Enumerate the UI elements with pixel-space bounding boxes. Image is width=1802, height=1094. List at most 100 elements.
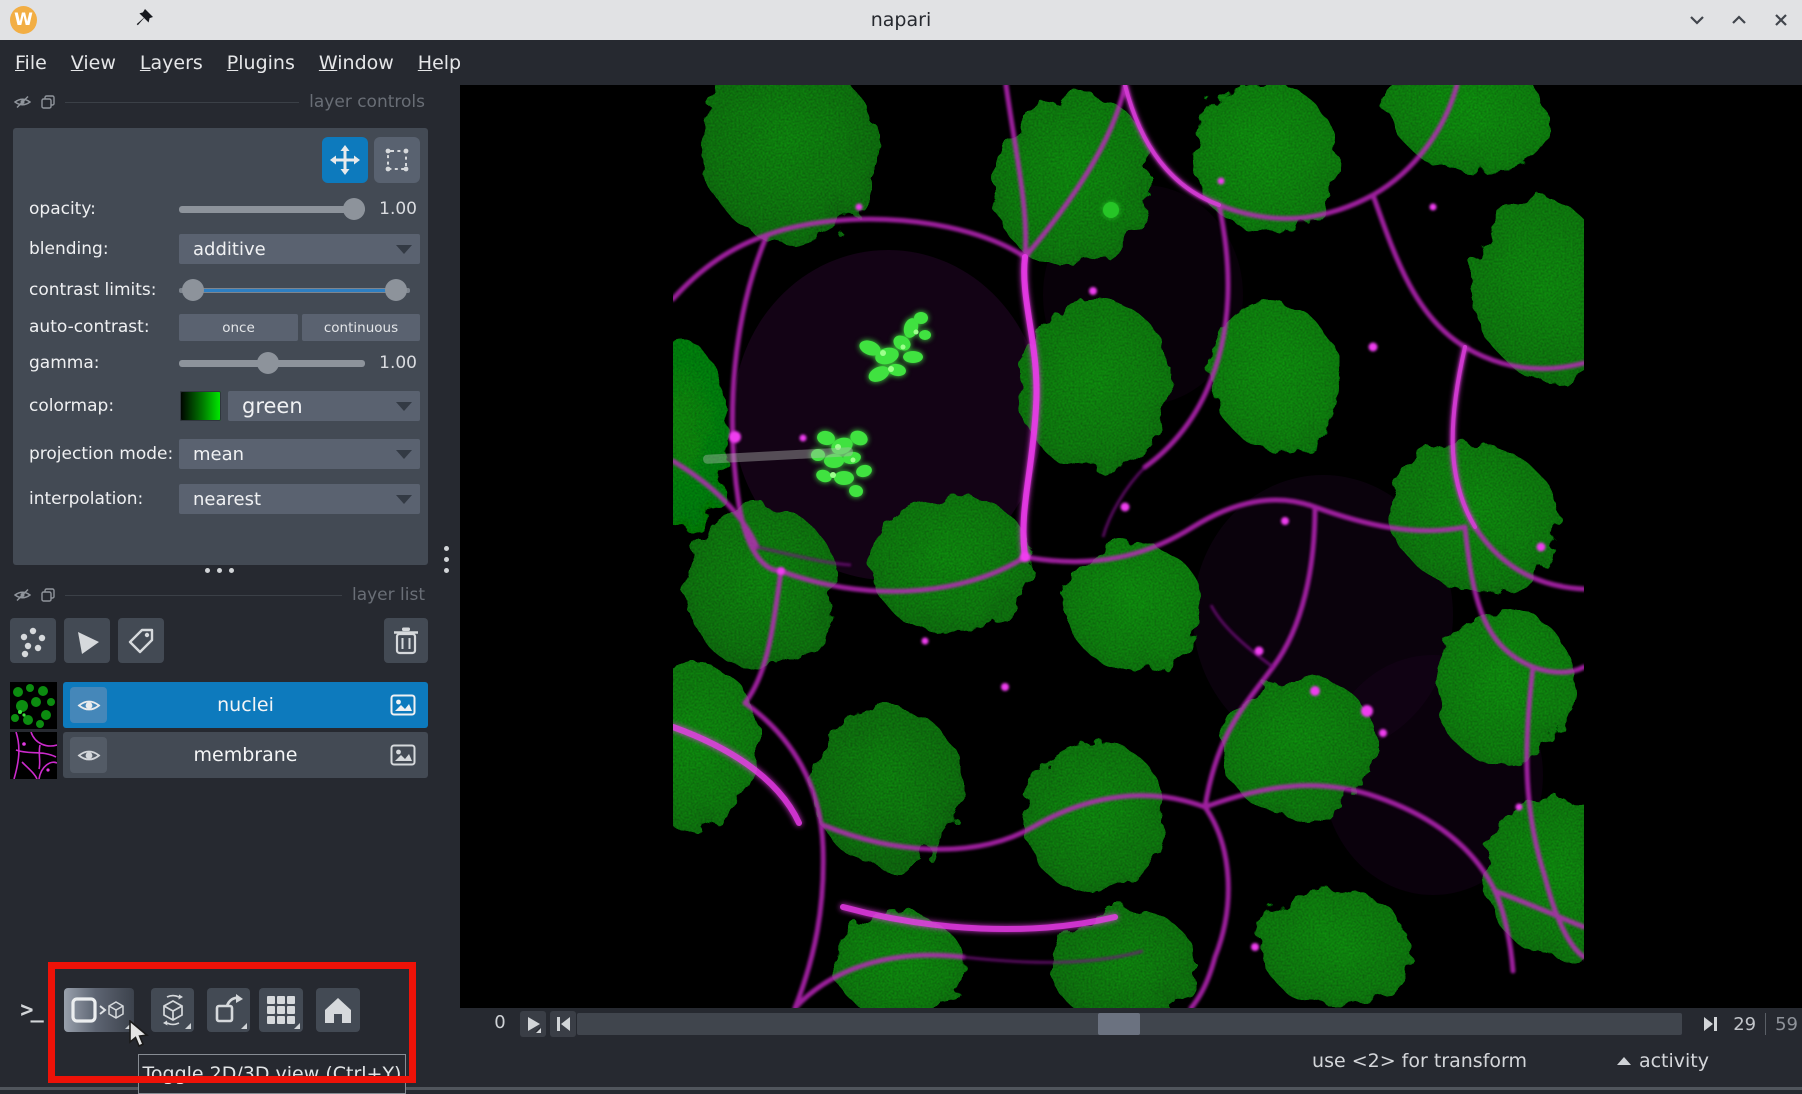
contrast-limits-slider[interactable] bbox=[179, 288, 410, 293]
hide-panel-eye-off-icon[interactable] bbox=[14, 588, 31, 602]
minimize-button[interactable] bbox=[1682, 5, 1712, 35]
skip-to-start-button[interactable] bbox=[550, 1011, 576, 1037]
grid-icon bbox=[266, 995, 296, 1025]
popup-notch bbox=[294, 1023, 300, 1029]
chevron-up-icon bbox=[1729, 10, 1749, 30]
dropdown-arrow-icon bbox=[396, 495, 412, 504]
close-icon bbox=[1771, 10, 1791, 30]
activity-toggle[interactable]: activity bbox=[1617, 1050, 1709, 1072]
projection-mode-value: mean bbox=[193, 444, 244, 465]
transpose-icon bbox=[213, 994, 245, 1026]
opacity-row: opacity: 1.00 bbox=[13, 194, 428, 224]
auto-contrast-continuous-button[interactable]: continuous bbox=[302, 314, 420, 341]
interpolation-row: interpolation: nearest bbox=[13, 484, 428, 514]
opacity-label: opacity: bbox=[29, 199, 96, 219]
points-icon bbox=[16, 624, 50, 658]
blending-dropdown[interactable]: additive bbox=[179, 234, 420, 264]
menu-help[interactable]: Help bbox=[418, 52, 461, 74]
float-panel-icon[interactable] bbox=[41, 588, 55, 602]
current-frame[interactable]: 29 bbox=[1733, 1014, 1756, 1035]
chevron-down-icon bbox=[1687, 10, 1707, 30]
status-hint: use <2> for transform bbox=[1312, 1050, 1527, 1072]
popup-notch bbox=[185, 1023, 191, 1029]
toggle-2d3d-button[interactable] bbox=[64, 988, 134, 1032]
gamma-slider-handle[interactable] bbox=[257, 352, 279, 374]
close-button[interactable] bbox=[1766, 5, 1796, 35]
menu-window[interactable]: Window bbox=[319, 52, 394, 74]
dock-splitter-handle[interactable] bbox=[444, 546, 449, 573]
tooltip: Toggle 2D/3D view (Ctrl+Y) bbox=[138, 1054, 406, 1094]
layer-row-nuclei[interactable]: nuclei bbox=[63, 682, 428, 728]
roll-dimensions-button[interactable] bbox=[151, 988, 194, 1032]
interpolation-dropdown[interactable]: nearest bbox=[179, 484, 420, 514]
left-dock-panel: layer controls opacity: bbox=[0, 85, 460, 1090]
expand-up-icon bbox=[1617, 1057, 1631, 1065]
skip-to-end-button[interactable] bbox=[1698, 1011, 1724, 1037]
grid-view-button[interactable] bbox=[259, 988, 303, 1032]
projection-mode-row: projection mode: mean bbox=[13, 439, 428, 469]
colormap-row: colormap: green bbox=[13, 391, 428, 421]
dims-axis-label: 0 bbox=[490, 1012, 510, 1033]
interpolation-label: interpolation: bbox=[29, 489, 143, 509]
viewer-canvas[interactable] bbox=[460, 85, 1802, 1008]
colormap-gradient-swatch[interactable] bbox=[180, 391, 221, 421]
colormap-dropdown[interactable]: green bbox=[228, 391, 420, 421]
contrast-high-handle[interactable] bbox=[385, 279, 407, 301]
transpose-dimensions-button[interactable] bbox=[207, 988, 250, 1032]
opacity-slider[interactable] bbox=[179, 206, 365, 213]
blending-value: additive bbox=[193, 239, 266, 260]
auto-contrast-once-button[interactable]: once bbox=[179, 314, 298, 341]
gamma-slider[interactable] bbox=[179, 360, 365, 367]
projection-mode-dropdown[interactable]: mean bbox=[179, 439, 420, 469]
layer-controls-title: layer controls bbox=[309, 92, 425, 112]
shapes-icon bbox=[71, 625, 103, 657]
delete-layer-button[interactable] bbox=[384, 618, 428, 663]
eye-icon bbox=[77, 697, 101, 714]
skip-end-icon bbox=[1701, 1014, 1721, 1034]
eye-icon bbox=[77, 747, 101, 764]
dropdown-arrow-icon bbox=[396, 402, 412, 411]
contrast-limits-row: contrast limits: bbox=[13, 275, 428, 305]
opacity-slider-handle[interactable] bbox=[343, 198, 365, 220]
gamma-label: gamma: bbox=[29, 353, 99, 373]
layer-list-header: layer list bbox=[0, 583, 460, 607]
opacity-value: 1.00 bbox=[375, 199, 417, 219]
membrane-visibility-button[interactable] bbox=[70, 737, 107, 773]
nuclei-layer-thumbnail[interactable] bbox=[10, 682, 57, 729]
console-button[interactable]: >_ bbox=[9, 988, 52, 1032]
pan-mode-button[interactable] bbox=[322, 137, 368, 183]
membrane-layer-thumbnail[interactable] bbox=[10, 732, 57, 779]
new-shapes-layer-button[interactable] bbox=[64, 618, 110, 663]
image-layer-icon bbox=[390, 744, 416, 766]
popup-notch bbox=[241, 1023, 247, 1029]
layer-row-membrane[interactable]: membrane bbox=[63, 732, 428, 778]
transform-mode-button[interactable] bbox=[374, 137, 420, 183]
nuclei-visibility-button[interactable] bbox=[70, 687, 107, 723]
menu-file[interactable]: File bbox=[15, 52, 47, 74]
menu-layers[interactable]: Layers bbox=[140, 52, 203, 74]
trash-icon bbox=[392, 626, 420, 656]
play-button[interactable] bbox=[520, 1011, 546, 1037]
hide-panel-eye-off-icon[interactable] bbox=[14, 95, 31, 109]
float-panel-icon[interactable] bbox=[41, 95, 55, 109]
auto-contrast-row: auto-contrast: once continuous bbox=[13, 312, 428, 342]
total-frames: 59 bbox=[1775, 1014, 1798, 1035]
menu-view[interactable]: View bbox=[71, 52, 116, 74]
maximize-button[interactable] bbox=[1724, 5, 1754, 35]
layer-name: nuclei bbox=[63, 694, 428, 716]
new-labels-layer-button[interactable] bbox=[118, 618, 164, 663]
contrast-limits-label: contrast limits: bbox=[29, 280, 157, 300]
menu-plugins[interactable]: Plugins bbox=[227, 52, 295, 74]
dims-slider-track[interactable] bbox=[577, 1013, 1682, 1035]
window-controls bbox=[1682, 5, 1796, 35]
contrast-low-handle[interactable] bbox=[182, 279, 204, 301]
image-layer-icon bbox=[390, 694, 416, 716]
gamma-row: gamma: 1.00 bbox=[13, 348, 428, 378]
gamma-value: 1.00 bbox=[375, 353, 417, 373]
labels-tag-icon bbox=[125, 625, 157, 657]
panel-resize-handle[interactable] bbox=[205, 568, 234, 573]
home-reset-view-button[interactable] bbox=[316, 988, 360, 1032]
new-points-layer-button[interactable] bbox=[10, 618, 56, 663]
dims-slider-handle[interactable] bbox=[1098, 1013, 1140, 1035]
divider bbox=[65, 595, 342, 596]
